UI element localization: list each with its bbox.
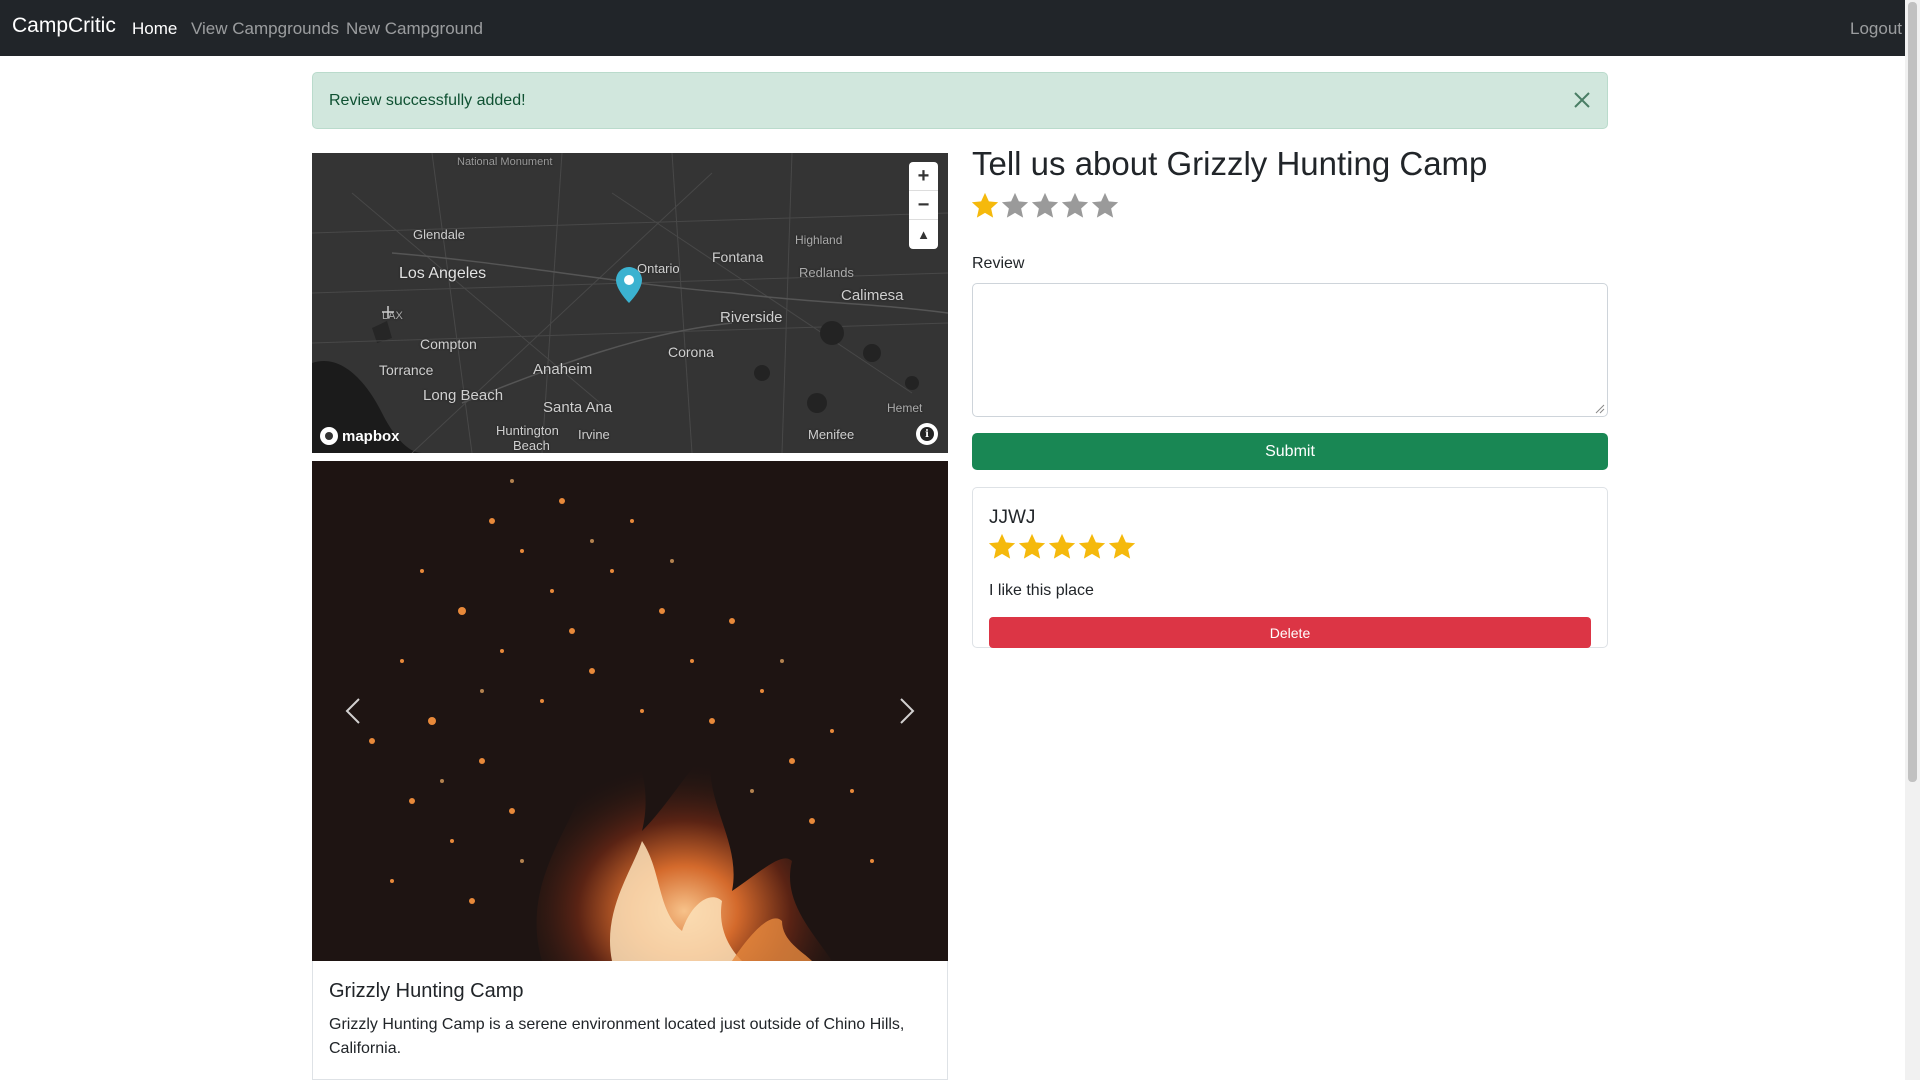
map-label-riverside: Riverside — [720, 309, 783, 326]
review-form-heading: Tell us about Grizzly Hunting Camp — [972, 145, 1488, 182]
map-label-compton: Compton — [420, 336, 477, 352]
map-label-ontario: Ontario — [637, 261, 680, 276]
airport-icon — [382, 306, 394, 318]
submit-button[interactable]: Submit — [972, 433, 1608, 470]
compass-button[interactable]: ▲ — [909, 220, 938, 249]
map-label-beach: Beach — [513, 438, 550, 453]
map-label-torrance: Torrance — [379, 362, 434, 378]
map-label-redlands: Redlands — [799, 265, 854, 280]
map-label-irvine: Irvine — [578, 427, 610, 442]
map-label-los-angeles: Los Angeles — [399, 265, 487, 282]
map-label-national-monument: National Monument — [457, 156, 553, 168]
alert-message: Review successfully added! — [329, 92, 526, 109]
info-icon: i — [920, 427, 934, 441]
map-label-hemet: Hemet — [887, 401, 923, 415]
map-label-long-beach: Long Beach — [423, 387, 504, 404]
navbar: CampCritic Home View Campgrounds New Cam… — [0, 0, 1905, 56]
nav-new-campground[interactable]: New Campground — [346, 19, 483, 39]
map-label-anaheim: Anaheim — [533, 361, 593, 378]
carousel-prev-icon[interactable] — [334, 691, 374, 731]
star-icon — [1078, 533, 1106, 559]
review-text: I like this place — [989, 582, 1094, 599]
map-label-calimesa: Calimesa — [841, 287, 904, 304]
campfire-image — [369, 479, 874, 961]
map-pin-icon[interactable] — [616, 267, 642, 303]
nav-home[interactable]: Home — [132, 19, 177, 39]
map-label-glendale: Glendale — [413, 227, 466, 242]
review-textarea[interactable] — [972, 283, 1608, 417]
map-label-highland: Highland — [795, 233, 843, 247]
success-alert: Review successfully added! — [312, 72, 1608, 129]
zoom-out-button[interactable]: − — [909, 191, 938, 220]
star-icon[interactable] — [1030, 191, 1060, 221]
nav-logout[interactable]: Logout — [1850, 19, 1902, 39]
star-icon[interactable] — [1090, 191, 1120, 221]
campground-card: Grizzly Hunting Camp Grizzly Hunting Cam… — [312, 961, 948, 1080]
resize-handle-icon[interactable] — [1593, 402, 1605, 414]
carousel-next-icon[interactable] — [886, 691, 926, 731]
mapbox-logo[interactable]: mapbox — [320, 427, 400, 445]
map-label-huntington: Huntington — [496, 423, 559, 438]
map-zoom-controls: + − ▲ — [909, 162, 938, 249]
page-scrollbar[interactable] — [1905, 0, 1920, 1080]
close-icon[interactable] — [1571, 89, 1593, 111]
star-icon — [988, 533, 1016, 559]
map-label-corona: Corona — [668, 344, 714, 360]
review-card: JJWJ I like this place Delete — [972, 487, 1608, 648]
delete-review-button[interactable]: Delete — [989, 617, 1591, 648]
brand-link[interactable]: CampCritic — [12, 14, 116, 38]
map-label-menifee: Menifee — [808, 427, 855, 442]
zoom-in-button[interactable]: + — [909, 162, 938, 191]
star-icon — [1108, 533, 1136, 559]
attribution-button[interactable]: i — [916, 423, 938, 445]
star-icon[interactable] — [1000, 191, 1030, 221]
campground-title: Grizzly Hunting Camp — [329, 980, 524, 1002]
scrollbar-thumb[interactable] — [1908, 2, 1917, 782]
map-label-santa-ana: Santa Ana — [543, 399, 613, 416]
nav-view-campgrounds[interactable]: View Campgrounds — [191, 19, 339, 39]
review-rating — [987, 532, 1137, 562]
image-carousel — [312, 461, 948, 961]
map-label-fontana: Fontana — [712, 249, 764, 265]
mapbox-mark-icon — [320, 427, 338, 445]
campground-description: Grizzly Hunting Camp is a serene environ… — [329, 1016, 905, 1057]
rating-input[interactable] — [970, 191, 1120, 221]
star-icon — [1018, 533, 1046, 559]
star-icon[interactable] — [970, 191, 1000, 221]
mapbox-logo-text: mapbox — [342, 427, 400, 445]
review-author: JJWJ — [989, 507, 1036, 528]
star-icon[interactable] — [1060, 191, 1090, 221]
star-icon — [1048, 533, 1076, 559]
review-label: Review — [972, 255, 1025, 272]
map[interactable]: National Monument Glendale Los Angeles O… — [312, 153, 948, 453]
